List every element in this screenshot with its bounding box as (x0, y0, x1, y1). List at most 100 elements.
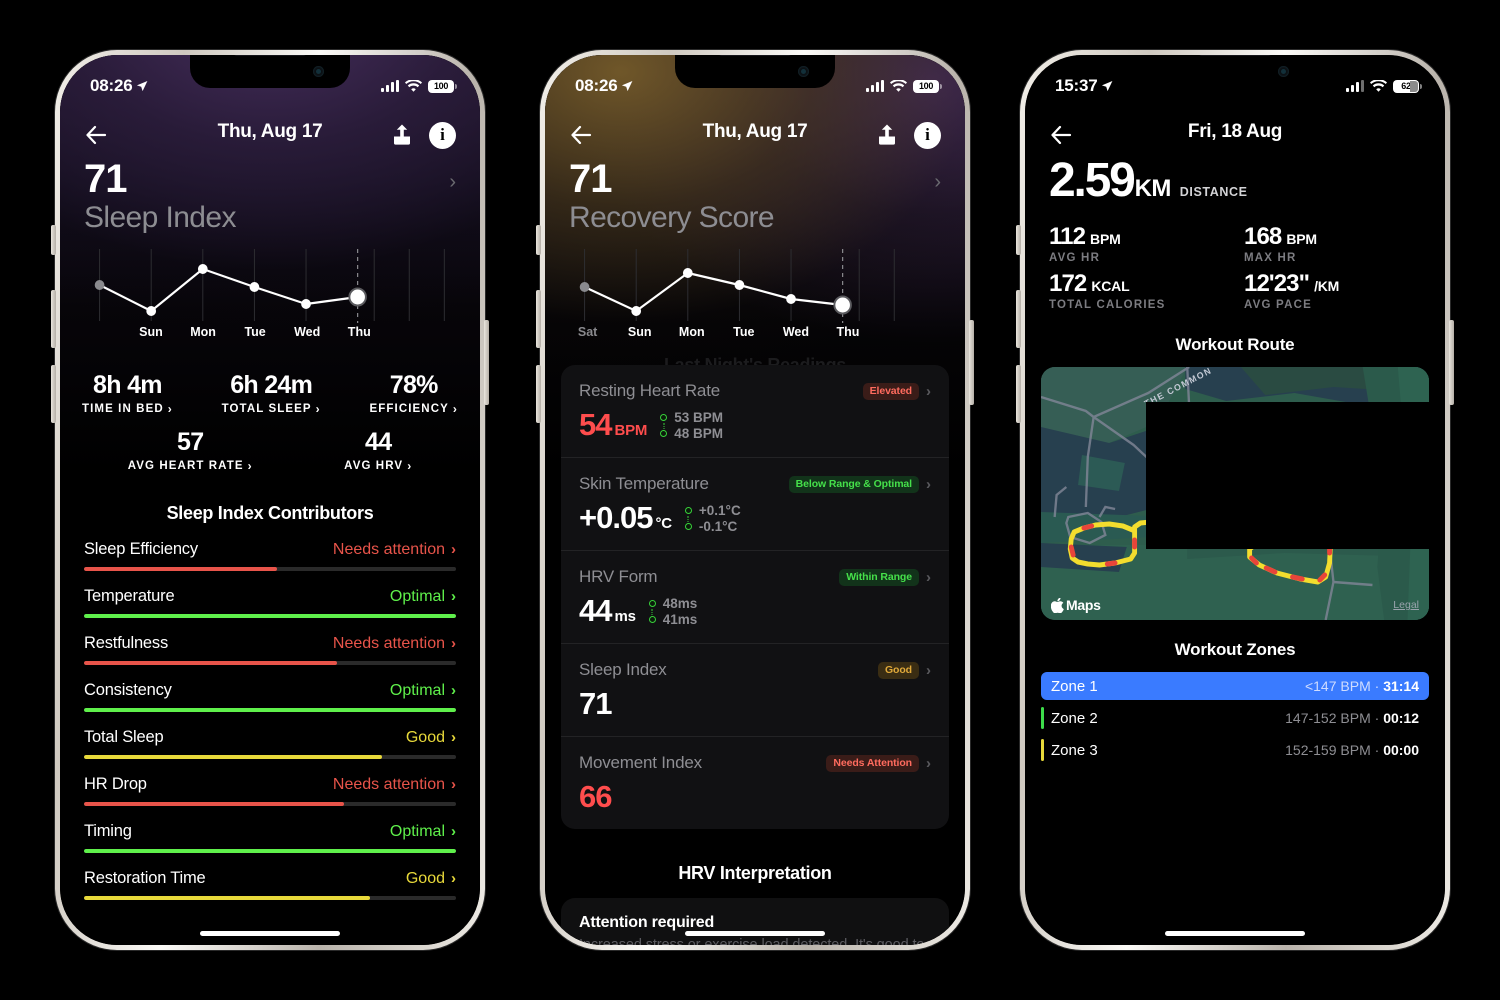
chevron-right-icon: › (926, 382, 931, 400)
contributor-row[interactable]: Timing Optimal › (84, 822, 456, 853)
chevron-right-icon: › (451, 776, 456, 793)
contributor-progress-track (84, 801, 456, 806)
zone-duration: 00:00 (1383, 742, 1419, 758)
contributor-name: Sleep Efficiency (84, 539, 198, 558)
notch (1155, 55, 1315, 88)
volume-up-button[interactable] (536, 290, 541, 348)
metric-unit: BPM (1090, 231, 1121, 247)
contributor-progress-fill (84, 801, 345, 806)
zone-row[interactable]: Zone 1 <147 BPM · 31:14 (1041, 672, 1429, 700)
reading-range: +0.1°C -0.1°C (684, 503, 741, 534)
status-badge: Good (877, 661, 919, 679)
summary-avg-heart-rate[interactable]: 57 AVG HEART RATE › (128, 428, 253, 473)
chevron-right-icon: › (926, 568, 931, 586)
reading-unit: ms (614, 608, 636, 625)
zone-range: 147-152 BPM (1285, 710, 1371, 726)
chevron-right-icon[interactable]: › (449, 159, 456, 194)
volume-down-button[interactable] (1016, 365, 1021, 423)
summary-total-sleep[interactable]: 6h 24m TOTAL SLEEP › (222, 371, 321, 416)
summary-avg-hrv[interactable]: 44 AVG HRV › (344, 428, 412, 473)
zone-row[interactable]: Zone 3 152-159 BPM · 00:00 (1041, 736, 1429, 764)
contributor-row[interactable]: Restoration Time Good › (84, 869, 456, 900)
reading-name: Sleep Index (579, 660, 667, 679)
chevron-right-icon[interactable]: › (934, 159, 941, 194)
workout-metric: 112 BPM AVG HR (1049, 223, 1226, 264)
summary-efficiency[interactable]: 78% EFFICIENCY › (370, 371, 458, 416)
back-arrow-icon[interactable] (569, 123, 593, 147)
home-indicator[interactable] (1165, 931, 1305, 936)
mute-switch[interactable] (1016, 225, 1021, 255)
contributor-status-label: Needs attention (332, 775, 445, 793)
mute-switch[interactable] (51, 225, 56, 255)
contributor-row[interactable]: Consistency Optimal › (84, 681, 456, 712)
contributor-progress-track (84, 566, 456, 571)
zone-row[interactable]: Zone 2 147-152 BPM · 00:12 (1041, 704, 1429, 732)
contributor-status: Optimal › (390, 588, 456, 606)
volume-down-button[interactable] (536, 365, 541, 423)
share-icon[interactable] (388, 122, 415, 149)
chevron-right-icon: › (926, 754, 931, 772)
reading-value: 66 (579, 779, 614, 815)
metric-value: 172 KCAL (1049, 270, 1226, 298)
distance-unit: KM (1134, 175, 1172, 202)
home-indicator[interactable] (200, 931, 340, 936)
range-dot-icon (659, 413, 668, 431)
back-arrow-icon[interactable] (84, 123, 108, 147)
power-button[interactable] (484, 320, 489, 405)
zone-duration: 00:12 (1383, 710, 1419, 726)
contributor-name: Total Sleep (84, 727, 164, 746)
map-legal-link[interactable]: Legal (1393, 599, 1419, 611)
back-arrow-icon[interactable] (1049, 123, 1073, 147)
chevron-right-icon: › (451, 682, 456, 699)
earpiece-speaker (1199, 55, 1271, 56)
volume-up-button[interactable] (1016, 290, 1021, 348)
contributor-status: Needs attention › (333, 635, 456, 653)
battery-icon: 62 (1393, 79, 1422, 93)
home-indicator[interactable] (685, 931, 825, 936)
battery-icon: 100 (428, 79, 457, 93)
recovery-hero[interactable]: 71 Recovery Score › (545, 153, 965, 235)
reading-row[interactable]: Skin Temperature Below Range & Optimal › +0… (561, 457, 949, 550)
status-time: 08:26 (90, 76, 133, 95)
hrv-interpretation-card: Attention required Increased stress or e… (561, 898, 949, 945)
reading-row[interactable]: Movement Index Needs Attention › 66 (561, 736, 949, 829)
contributor-row[interactable]: Total Sleep Good › (84, 728, 456, 759)
contributor-row[interactable]: Temperature Optimal › (84, 587, 456, 618)
workout-summary: 2.59 KM DISTANCE 112 BPM AVG HR 168 BPM MAX H… (1025, 153, 1445, 312)
hrv-interpretation-title: HRV Interpretation (678, 863, 832, 883)
reading-row[interactable]: Resting Heart Rate Elevated › 54 BPM 53 BPM 48… (561, 365, 949, 457)
share-icon[interactable] (873, 122, 900, 149)
workout-metrics-grid: 112 BPM AVG HR 168 BPM MAX HR 172 KCAL TOTAL CAL… (1049, 223, 1421, 311)
contributor-progress-track (84, 613, 456, 618)
volume-up-button[interactable] (51, 290, 56, 348)
info-icon[interactable]: i (914, 121, 941, 149)
zone-name: Zone 1 (1051, 677, 1098, 695)
zone-name: Zone 3 (1051, 741, 1098, 759)
contributor-name: Restoration Time (84, 868, 206, 887)
contributor-row[interactable]: HR Drop Needs attention › (84, 775, 456, 806)
chevron-right-icon: › (452, 401, 458, 416)
volume-down-button[interactable] (51, 365, 56, 423)
reading-number: 71 (579, 686, 612, 721)
info-icon[interactable]: i (429, 121, 456, 149)
sleep-index-label: Sleep Index (84, 201, 236, 234)
power-button[interactable] (1449, 320, 1454, 405)
metric-value: 12'23"/KM (1244, 270, 1421, 298)
reading-row[interactable]: Sleep Index Good › 71 (561, 643, 949, 736)
reading-row[interactable]: HRV Form Within Range › 44 ms 48ms 41ms (561, 550, 949, 643)
metric-label: TOTAL CALORIES (1049, 299, 1166, 311)
workout-route-map[interactable]: THE COMMON Maps Legal (1041, 367, 1429, 620)
contributor-row[interactable]: Restfulness Needs attention › (84, 634, 456, 665)
contributor-name: Timing (84, 821, 132, 840)
contributor-row[interactable]: Sleep Efficiency Needs attention › (84, 540, 456, 571)
power-button[interactable] (969, 320, 974, 405)
recovery-screen: 08:26 100 Thu, Aug 17 i 71 Recovery Scor… (545, 55, 965, 945)
summary-time-in-bed[interactable]: 8h 4m TIME IN BED › (82, 371, 173, 416)
sleep-hero[interactable]: 71 Sleep Index › (60, 153, 480, 235)
mute-switch[interactable] (536, 225, 541, 255)
workout-zones-title: Workout Zones (1174, 640, 1296, 659)
status-badge: Needs Attention (826, 754, 919, 772)
cellular-bars-icon (381, 80, 399, 92)
workout-metric: 12'23"/KM AVG PACE (1244, 270, 1421, 311)
contributor-status-label: Optimal (389, 587, 445, 605)
